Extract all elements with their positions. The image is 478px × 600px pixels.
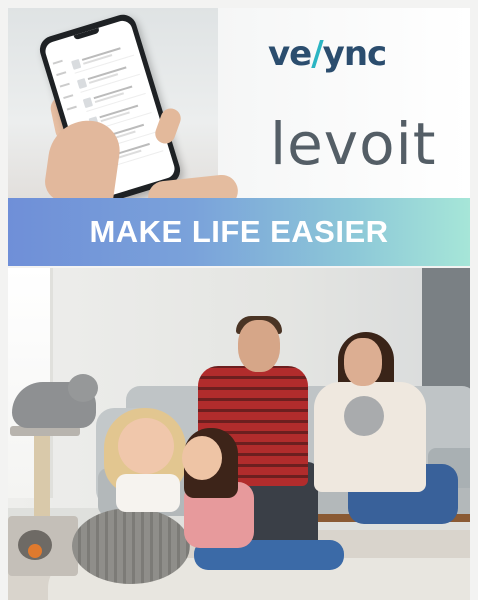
woman-head <box>344 338 382 386</box>
device-thumbnail <box>71 58 82 70</box>
menu-dot <box>66 105 77 111</box>
toy-ball <box>28 544 42 558</box>
cat-tree-post <box>34 436 50 516</box>
girl-dark-face <box>182 436 222 480</box>
knitted-pouf <box>72 508 190 584</box>
device-thumbnail <box>82 97 94 109</box>
headline-banner: MAKE LIFE EASIER <box>8 198 470 266</box>
logo-part: ve <box>268 34 312 74</box>
grey-cat-head <box>68 374 98 402</box>
menu-dot <box>59 82 70 88</box>
product-ad-image: ve/ync levoit MAKE LIFE EASIER <box>0 0 478 600</box>
family-living-room-photo <box>8 268 470 600</box>
menu-dot <box>52 59 63 65</box>
device-thumbnail <box>76 78 88 89</box>
girl-blonde-face <box>118 418 174 474</box>
headline-text: MAKE LIFE EASIER <box>89 214 389 249</box>
vesync-logo: ve/ync <box>268 34 388 74</box>
logo-part: ync <box>322 34 388 74</box>
app-promo-section: ve/ync levoit <box>8 8 470 198</box>
menu-dot <box>56 71 67 77</box>
menu-dot <box>63 94 74 100</box>
logo-part: / <box>311 34 323 74</box>
girl-blonde-shirt <box>116 474 180 512</box>
levoit-logo: levoit <box>270 110 437 178</box>
man-head <box>238 320 280 372</box>
phone-notch <box>73 27 100 41</box>
held-cat <box>344 396 384 436</box>
